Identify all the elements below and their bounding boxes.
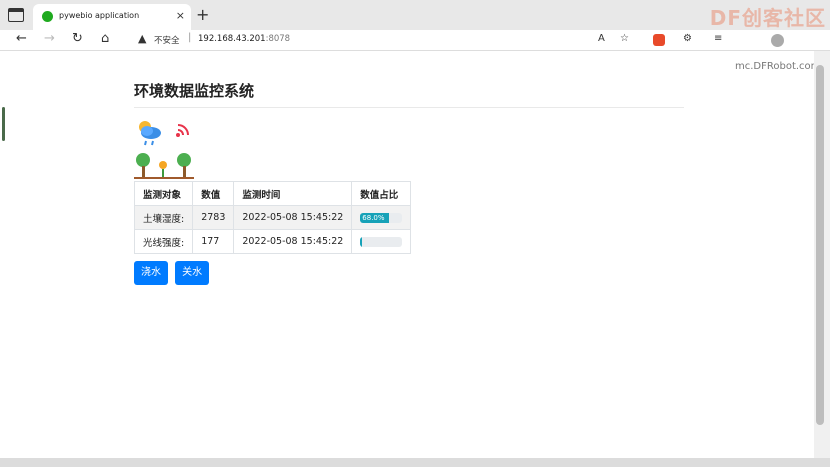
profile-avatar[interactable] bbox=[771, 34, 784, 47]
url-port: :8078 bbox=[265, 34, 291, 44]
new-tab-button[interactable]: + bbox=[196, 5, 209, 24]
url-text: 192.168.43.201:8078 bbox=[198, 34, 290, 44]
watermark-logo: DF创客社区 bbox=[709, 6, 826, 30]
tab-active[interactable]: pywebio application × bbox=[33, 4, 191, 30]
progress-bar: 68.0% bbox=[360, 212, 403, 223]
reload-icon[interactable]: ↻ bbox=[72, 31, 83, 46]
collections-icon[interactable]: ≡ bbox=[714, 33, 722, 44]
cell-object: 土壤湿度: bbox=[133, 205, 194, 230]
favorite-icon[interactable]: ☆ bbox=[620, 33, 629, 44]
read-aloud-icon[interactable]: A bbox=[598, 33, 605, 44]
tab-close-icon[interactable]: × bbox=[176, 9, 185, 22]
progress-fill bbox=[360, 236, 362, 247]
forward-icon[interactable]: → bbox=[44, 31, 55, 46]
cell-time: 2022-05-08 15:45:22 bbox=[233, 205, 353, 230]
address-separator: | bbox=[188, 32, 192, 43]
signal-icon bbox=[176, 124, 189, 137]
button-group: 浇水 关水 bbox=[134, 260, 211, 285]
back-icon[interactable]: ← bbox=[16, 31, 27, 46]
security-label: 不安全 bbox=[154, 36, 180, 46]
trees-flower-icon bbox=[134, 153, 194, 179]
table-row: 光线强度: 177 2022-05-08 15:45:22 bbox=[133, 229, 412, 254]
tab-strip: pywebio application × + DF创客社区 bbox=[0, 0, 830, 30]
side-handle[interactable] bbox=[2, 107, 5, 141]
warning-icon: ▲ bbox=[138, 32, 147, 45]
page-title: 环境数据监控系统 bbox=[134, 80, 684, 108]
stop-water-button[interactable]: 关水 bbox=[175, 261, 210, 285]
header-object: 监测对象 bbox=[133, 181, 194, 206]
cell-percent bbox=[351, 229, 412, 254]
favicon-icon bbox=[42, 11, 53, 22]
water-button[interactable]: 浇水 bbox=[134, 261, 168, 285]
cell-percent: 68.0% bbox=[351, 205, 412, 230]
header-percent: 数值占比 bbox=[351, 181, 412, 206]
monitor-table: 监测对象 数值 监测时间 数值占比 土壤湿度: 2783 2022-05-08 … bbox=[133, 181, 412, 254]
weather-icon bbox=[139, 121, 189, 146]
url-host: 192.168.43.201 bbox=[198, 34, 266, 44]
extension-icon[interactable] bbox=[653, 34, 665, 46]
browser-window: pywebio application × + DF创客社区 ← → ↻ ⌂ ▲… bbox=[0, 0, 830, 467]
tab-actions-icon[interactable] bbox=[8, 8, 24, 22]
home-icon[interactable]: ⌂ bbox=[101, 31, 109, 46]
cell-object: 光线强度: bbox=[133, 229, 194, 254]
scrollbar-thumb[interactable] bbox=[816, 65, 824, 425]
progress-bar bbox=[360, 236, 403, 247]
table-header-row: 监测对象 数值 监测时间 数值占比 bbox=[133, 181, 412, 206]
header-value: 数值 bbox=[192, 181, 235, 206]
cell-value: 177 bbox=[192, 229, 235, 254]
sun-rain-cloud-icon bbox=[139, 121, 161, 146]
horizontal-scrollbar[interactable] bbox=[0, 458, 830, 467]
cell-time: 2022-05-08 15:45:22 bbox=[233, 229, 353, 254]
table-row: 土壤湿度: 2783 2022-05-08 15:45:22 68.0% bbox=[133, 205, 412, 230]
extensions-icon[interactable]: ⚙ bbox=[683, 33, 692, 44]
progress-label: 68.0% bbox=[362, 213, 385, 222]
header-time: 监测时间 bbox=[233, 181, 353, 206]
vertical-scrollbar[interactable] bbox=[814, 51, 830, 458]
cell-value: 2783 bbox=[192, 205, 235, 230]
page-content: 环境数据监控系统 监测对象 数值 监测时间 数值占比 土壤湿度: 2783 20… bbox=[133, 80, 684, 285]
address-bar[interactable]: ▲ 不安全 | 192.168.43.201:8078 bbox=[126, 31, 706, 49]
tab-title: pywebio application bbox=[59, 11, 140, 20]
address-toolbar: ← → ↻ ⌂ ▲ 不安全 | 192.168.43.201:8078 A ☆ … bbox=[0, 30, 830, 72]
